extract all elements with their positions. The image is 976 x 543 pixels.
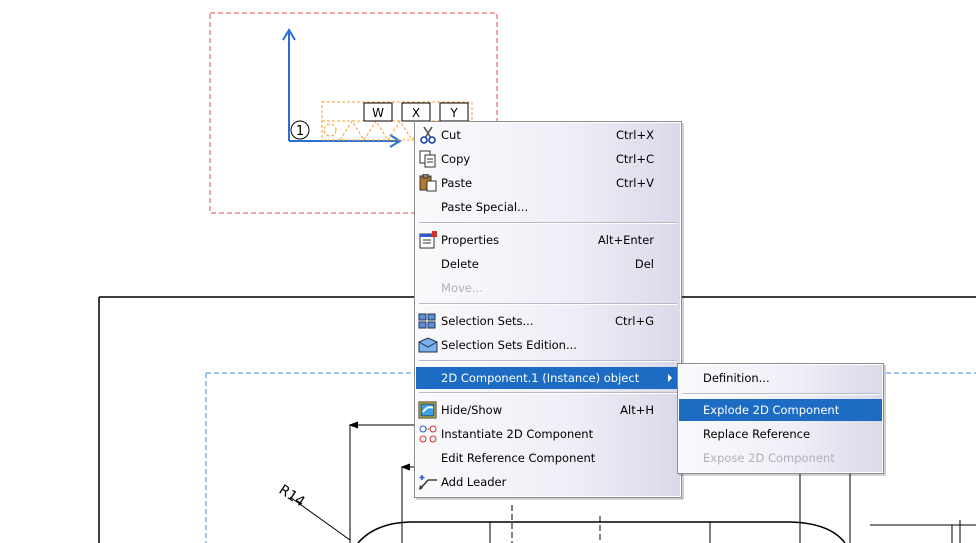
menu-item-properties-shortcut: Alt+Enter: [597, 233, 654, 247]
menu-item-instantiate[interactable]: Instantiate 2D Component: [416, 423, 680, 445]
add-leader-icon: [419, 475, 437, 490]
menu-item-paste-shortcut: Ctrl+V: [616, 176, 654, 190]
menu-item-cut-shortcut: Ctrl+X: [616, 128, 654, 142]
menu-item-delete[interactable]: Delete Del: [416, 253, 680, 275]
menu-item-copy-label: Copy: [441, 152, 471, 166]
submenu-item-explode[interactable]: Explode 2D Component: [679, 399, 882, 421]
header-y: Y: [449, 106, 458, 120]
menu-item-selection-sets-edition[interactable]: Selection Sets Edition...: [416, 334, 680, 356]
menu-item-edit-reference-label: Edit Reference Component: [441, 451, 596, 465]
menu-separator: [419, 303, 677, 305]
submenu-item-replace-reference[interactable]: Replace Reference: [679, 423, 882, 445]
balloon-number: 1: [296, 124, 304, 139]
menu-item-add-leader[interactable]: Add Leader: [416, 471, 680, 493]
instantiate-icon: [419, 425, 437, 443]
menu-item-edit-reference[interactable]: Edit Reference Component: [416, 447, 680, 469]
properties-icon: [419, 231, 437, 249]
menu-item-2d-component-object-label: 2D Component.1 (Instance) object: [441, 371, 640, 385]
selection-sets-edition-icon: [418, 337, 438, 353]
menu-item-move-label: Move...: [441, 281, 483, 295]
submenu-item-explode-label: Explode 2D Component: [703, 403, 840, 417]
selection-sets-icon: [418, 313, 436, 329]
menu-separator: [419, 222, 677, 224]
menu-item-instantiate-label: Instantiate 2D Component: [441, 427, 594, 441]
menu-separator: [419, 360, 677, 362]
menu-item-hide-show-shortcut: Alt+H: [620, 403, 654, 417]
menu-item-paste-special-label: Paste Special...: [441, 200, 529, 214]
menu-item-cut[interactable]: Cut Ctrl+X: [416, 124, 680, 146]
menu-item-copy[interactable]: Copy Ctrl+C: [416, 148, 680, 170]
menu-item-selection-sets-label: Selection Sets...: [441, 314, 534, 328]
menu-item-selection-sets-shortcut: Ctrl+G: [614, 314, 654, 328]
menu-item-paste-label: Paste: [441, 176, 473, 190]
menu-item-selection-sets[interactable]: Selection Sets... Ctrl+G: [416, 310, 680, 332]
component-header-boxes: W X Y: [363, 102, 469, 122]
menu-item-move: Move...: [416, 277, 680, 299]
menu-item-properties[interactable]: Properties Alt+Enter: [416, 229, 680, 251]
menu-item-hide-show-label: Hide/Show: [441, 403, 503, 417]
header-x: X: [412, 106, 420, 120]
menu-separator: [419, 392, 677, 394]
menu-separator: [682, 393, 879, 395]
copy-icon: [419, 150, 436, 168]
hide-show-icon: [418, 401, 437, 419]
menu-item-selection-sets-edition-label: Selection Sets Edition...: [441, 338, 577, 352]
submenu-arrow-icon: [668, 374, 672, 382]
menu-item-add-leader-label: Add Leader: [441, 475, 507, 489]
context-menu: Cut Ctrl+X Copy Ctrl+C Paste Ctrl+V Past…: [414, 121, 682, 498]
menu-item-2d-component-object[interactable]: 2D Component.1 (Instance) object: [416, 367, 680, 389]
menu-item-paste-special[interactable]: Paste Special...: [416, 196, 680, 218]
menu-item-hide-show[interactable]: Hide/Show Alt+H: [416, 399, 680, 421]
submenu-item-expose: Expose 2D Component: [679, 447, 882, 469]
menu-item-copy-shortcut: Ctrl+C: [615, 152, 654, 166]
paste-icon: [419, 174, 437, 192]
menu-item-properties-label: Properties: [441, 233, 500, 247]
menu-item-cut-label: Cut: [441, 128, 461, 142]
component-circle: [323, 123, 337, 137]
menu-item-delete-label: Delete: [441, 257, 479, 271]
menu-item-delete-shortcut: Del: [634, 257, 654, 271]
submenu-item-expose-label: Expose 2D Component: [703, 451, 835, 465]
submenu-item-definition-label: Definition...: [703, 371, 770, 385]
balloon[interactable]: 1: [290, 120, 310, 140]
submenu-item-replace-reference-label: Replace Reference: [703, 427, 811, 441]
submenu-item-definition[interactable]: Definition...: [679, 367, 882, 389]
scissors-icon: [420, 126, 436, 144]
menu-item-paste[interactable]: Paste Ctrl+V: [416, 172, 680, 194]
header-w: W: [372, 106, 384, 120]
context-submenu: Definition... Explode 2D Component Repla…: [677, 363, 884, 474]
